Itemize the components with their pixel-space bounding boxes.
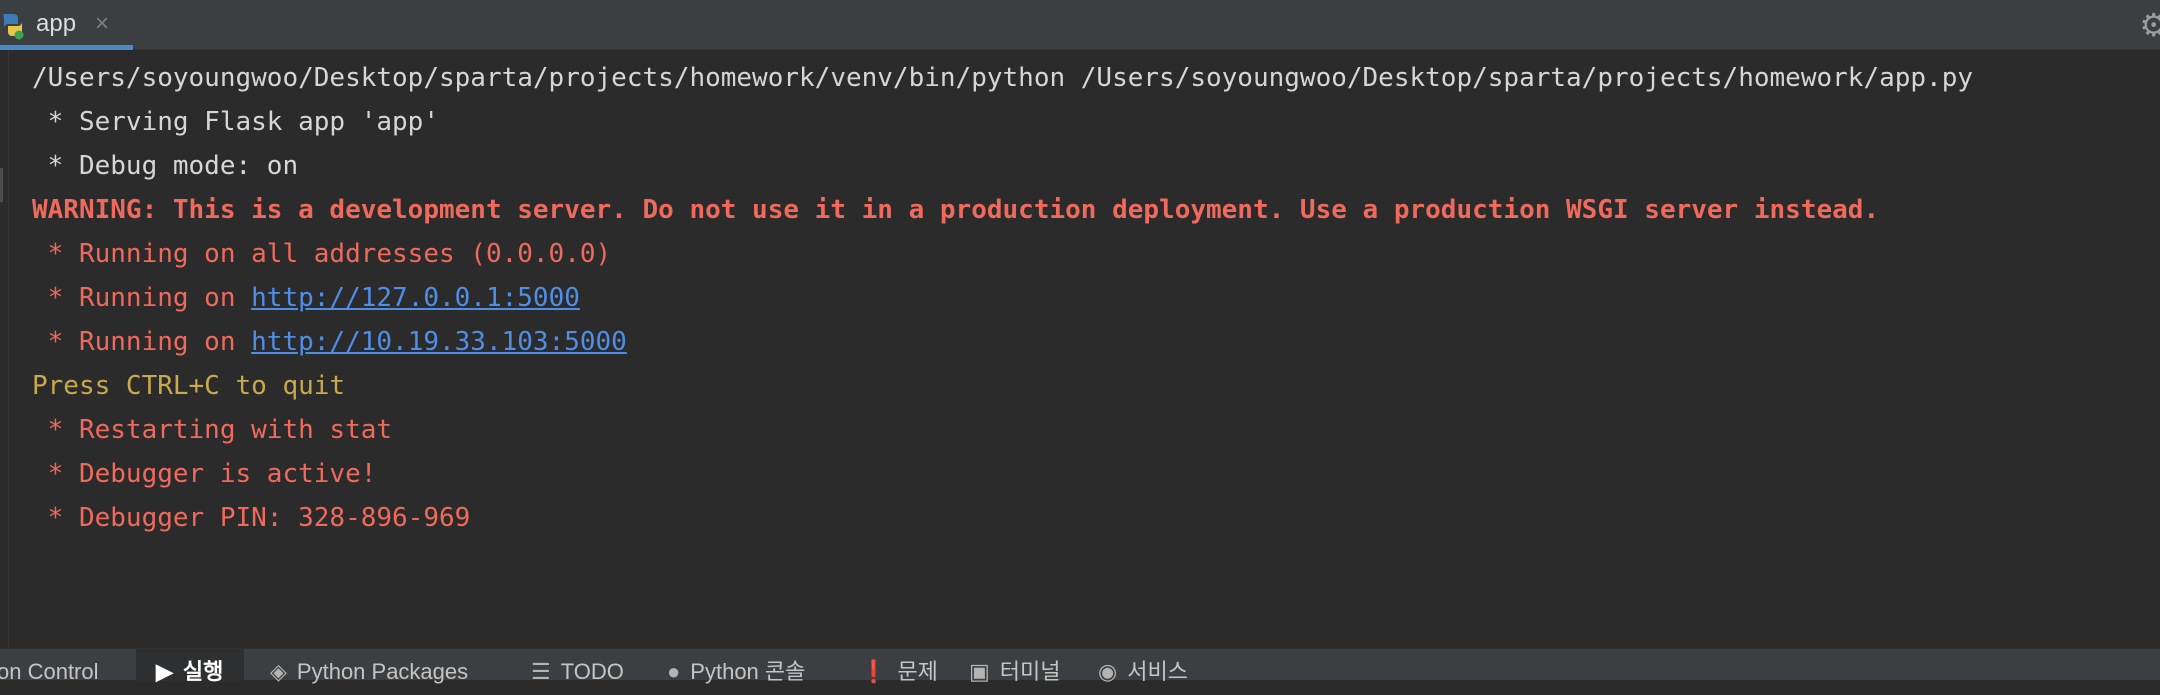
console-line: * Restarting with stat bbox=[32, 415, 393, 445]
console-line: * Running on all addresses (0.0.0.0) bbox=[32, 239, 612, 269]
close-icon[interactable]: × bbox=[95, 10, 109, 38]
tool-services[interactable]: ◉ 서비스 bbox=[1098, 649, 1188, 684]
tool-label: Python 콘솔 bbox=[690, 659, 806, 684]
console-line-prompt: Press CTRL+C to quit bbox=[32, 371, 346, 401]
tool-label: 서비스 bbox=[1127, 659, 1188, 684]
console-line: * Running on http://127.0.0.1:5000 bbox=[32, 276, 1973, 320]
terminal-icon: ▣ bbox=[969, 659, 990, 684]
gear-icon[interactable]: ⚙ bbox=[2139, 9, 2160, 41]
list-icon: ☰ bbox=[531, 659, 551, 684]
tool-python-packages[interactable]: ◈ Python Packages bbox=[270, 649, 469, 684]
tool-label: 실행 bbox=[182, 659, 224, 684]
tool-label: on Control bbox=[0, 659, 99, 684]
tool-label: TODO bbox=[560, 659, 624, 684]
python-icon: ● bbox=[667, 659, 681, 684]
tool-run[interactable]: ▶ 실행 bbox=[136, 649, 244, 684]
warning-icon: ❗ bbox=[860, 659, 888, 684]
console-line-warning: WARNING: This is a development server. D… bbox=[32, 195, 1880, 225]
console-line: * Debugger PIN: 328-896-969 bbox=[32, 503, 471, 533]
gutter-divider bbox=[8, 50, 9, 648]
tool-problems[interactable]: ❗ 문제 bbox=[860, 649, 938, 684]
console-line: * Running on http://10.19.33.103:5000 bbox=[32, 320, 1973, 364]
console-line: * Serving Flask app 'app' bbox=[32, 107, 439, 137]
tool-window-bar: on Control ▶ 실행 ◈ Python Packages ☰ TODO ● P… bbox=[0, 648, 2160, 684]
console-line: * Debug mode: on bbox=[32, 151, 299, 181]
run-icon: ▶ bbox=[156, 659, 173, 684]
server-link-network[interactable]: http://10.19.33.103:5000 bbox=[251, 327, 627, 357]
console-lines: /Users/soyoungwoo/Desktop/sparta/project… bbox=[32, 56, 1973, 540]
services-icon: ◉ bbox=[1098, 659, 1118, 684]
tool-python-console[interactable]: ● Python 콘솔 bbox=[667, 649, 806, 684]
console-line: * Debugger is active! bbox=[32, 459, 377, 489]
gutter-marker bbox=[0, 168, 3, 202]
tool-version-control[interactable]: on Control bbox=[0, 649, 99, 684]
tab-app[interactable]: app × bbox=[0, 0, 133, 50]
python-file-icon bbox=[0, 10, 26, 40]
tool-label: Python Packages bbox=[296, 659, 469, 684]
run-console-output[interactable]: /Users/soyoungwoo/Desktop/sparta/project… bbox=[0, 50, 2160, 648]
tool-terminal[interactable]: ▣ 터미널 bbox=[969, 649, 1061, 684]
tab-label: app bbox=[36, 10, 77, 37]
tool-label: 문제 bbox=[897, 659, 938, 684]
editor-tab-bar: app × ⚙ bbox=[0, 0, 2160, 50]
console-line-prefix: * Running on bbox=[32, 283, 252, 313]
console-line-prefix: * Running on bbox=[32, 327, 252, 357]
tool-label: 터미널 bbox=[999, 659, 1061, 684]
console-line-command: /Users/soyoungwoo/Desktop/sparta/project… bbox=[32, 63, 1974, 93]
tool-todo[interactable]: ☰ TODO bbox=[531, 649, 624, 684]
layers-icon: ◈ bbox=[270, 659, 287, 684]
server-link-localhost[interactable]: http://127.0.0.1:5000 bbox=[251, 283, 580, 313]
